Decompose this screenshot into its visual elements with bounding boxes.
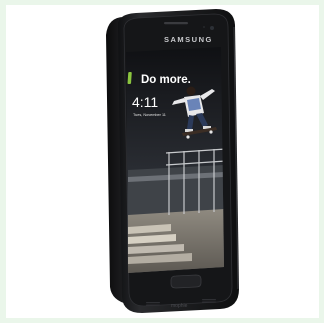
clock-time: 4:11 [132, 94, 158, 110]
home-button [170, 274, 202, 289]
sensor [203, 26, 205, 28]
brand-logo: SAMSUNG [164, 35, 213, 44]
motto-text: Do more. [141, 74, 191, 86]
clock-date: Tues, November 11 [133, 113, 166, 117]
phone-illustration: SAMSUNG Do more. 4:11 Tues, November 11 … [106, 9, 239, 313]
earpiece [164, 22, 188, 25]
front-camera [210, 26, 214, 30]
case-brand: mophie [171, 303, 188, 309]
image-frame: SAMSUNG Do more. 4:11 Tues, November 11 … [6, 5, 319, 318]
